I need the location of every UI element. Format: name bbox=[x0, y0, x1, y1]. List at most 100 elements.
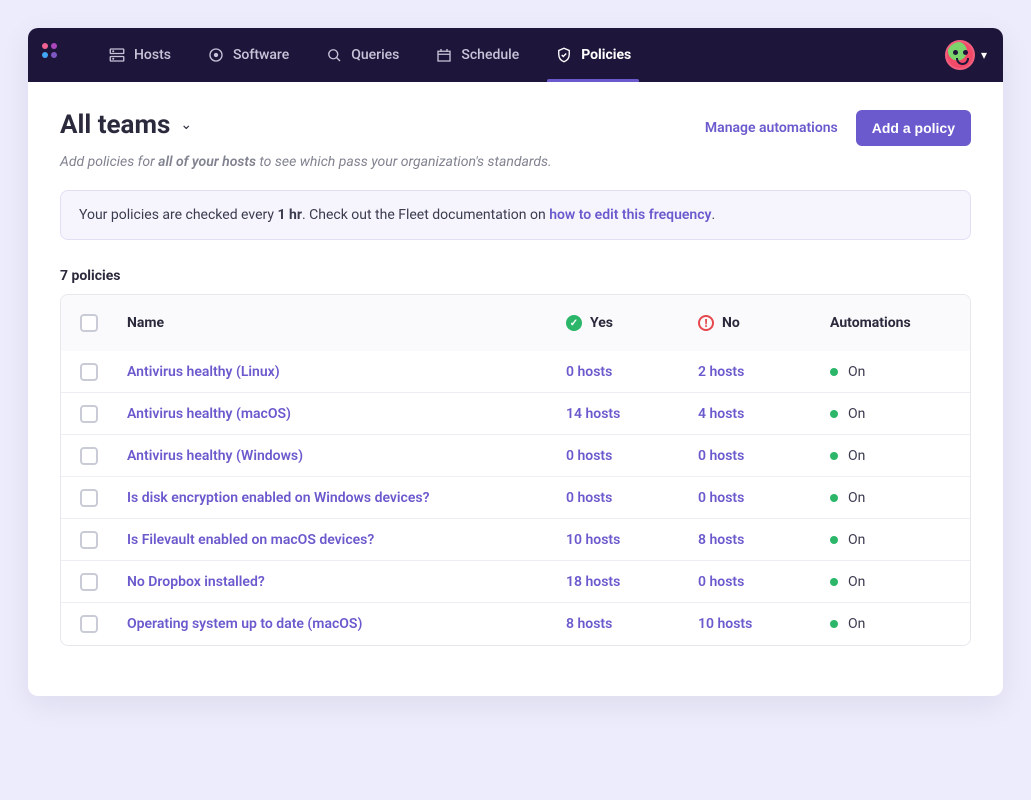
automation-status: On bbox=[820, 364, 970, 380]
logo[interactable] bbox=[38, 39, 70, 71]
yes-hosts-link[interactable]: 10 hosts bbox=[566, 532, 620, 548]
nav-hosts[interactable]: Hosts bbox=[90, 28, 189, 82]
chevron-down-icon: ⌄ bbox=[180, 117, 192, 133]
table-header: Name Yes No Automations bbox=[61, 295, 970, 351]
hosts-icon bbox=[108, 46, 126, 64]
nav-label: Queries bbox=[351, 47, 399, 63]
no-hosts-link[interactable]: 8 hosts bbox=[698, 532, 744, 548]
banner-text: . bbox=[712, 207, 716, 223]
no-hosts-link[interactable]: 2 hosts bbox=[698, 364, 744, 380]
nav-software[interactable]: Software bbox=[189, 28, 307, 82]
nav-label: Policies bbox=[581, 47, 631, 63]
table-row: Antivirus healthy (Windows) 0 hosts 0 host… bbox=[61, 435, 970, 477]
banner-text: Your policies are checked every bbox=[79, 207, 277, 223]
table-row: Is disk encryption enabled on Windows de… bbox=[61, 477, 970, 519]
automation-label: On bbox=[848, 406, 865, 422]
header-actions: Manage automations Add a policy bbox=[705, 110, 971, 146]
automation-label: On bbox=[848, 532, 865, 548]
yes-hosts-link[interactable]: 14 hosts bbox=[566, 406, 620, 422]
subtitle-text: Add policies for bbox=[60, 154, 158, 170]
policy-name-link[interactable]: No Dropbox installed? bbox=[127, 574, 265, 590]
yes-hosts-link[interactable]: 8 hosts bbox=[566, 616, 612, 632]
table-row: Antivirus healthy (macOS) 14 hosts 4 hosts… bbox=[61, 393, 970, 435]
page-header: All teams ⌄ Manage automations Add a pol… bbox=[60, 110, 971, 146]
column-no: No bbox=[688, 315, 820, 331]
team-selector[interactable]: All teams ⌄ bbox=[60, 110, 192, 140]
app-window: Hosts Software Queries Schedule Policies bbox=[28, 28, 1003, 696]
policies-icon bbox=[555, 46, 573, 64]
banner-interval: 1 hr bbox=[277, 207, 301, 223]
status-dot-icon bbox=[830, 620, 838, 628]
row-checkbox[interactable] bbox=[80, 573, 98, 591]
policy-name-link[interactable]: Is disk encryption enabled on Windows de… bbox=[127, 490, 429, 506]
nav-list: Hosts Software Queries Schedule Policies bbox=[90, 28, 649, 82]
yes-hosts-link[interactable]: 0 hosts bbox=[566, 364, 612, 380]
top-nav: Hosts Software Queries Schedule Policies bbox=[28, 28, 1003, 82]
column-yes: Yes bbox=[556, 315, 688, 331]
table-body: Antivirus healthy (Linux) 0 hosts 2 hosts O… bbox=[61, 351, 970, 645]
automation-status: On bbox=[820, 406, 970, 422]
row-checkbox[interactable] bbox=[80, 615, 98, 633]
automation-status: On bbox=[820, 490, 970, 506]
banner-text: . Check out the Fleet documentation on bbox=[302, 207, 549, 223]
automation-label: On bbox=[848, 364, 865, 380]
check-circle-icon bbox=[566, 315, 582, 331]
policy-name-link[interactable]: Antivirus healthy (macOS) bbox=[127, 406, 291, 422]
nav-label: Schedule bbox=[461, 47, 519, 63]
automation-status: On bbox=[820, 574, 970, 590]
nav-schedule[interactable]: Schedule bbox=[417, 28, 537, 82]
table-row: Is Filevault enabled on macOS devices? 10… bbox=[61, 519, 970, 561]
row-checkbox[interactable] bbox=[80, 447, 98, 465]
table-row: Antivirus healthy (Linux) 0 hosts 2 hosts O… bbox=[61, 351, 970, 393]
status-dot-icon bbox=[830, 410, 838, 418]
info-banner: Your policies are checked every 1 hr. Ch… bbox=[60, 190, 971, 240]
alert-circle-icon bbox=[698, 315, 714, 331]
column-automations: Automations bbox=[820, 315, 970, 331]
automation-status: On bbox=[820, 448, 970, 464]
automation-status: On bbox=[820, 532, 970, 548]
yes-hosts-link[interactable]: 18 hosts bbox=[566, 574, 620, 590]
yes-hosts-link[interactable]: 0 hosts bbox=[566, 490, 612, 506]
add-policy-button[interactable]: Add a policy bbox=[856, 110, 971, 146]
yes-hosts-link[interactable]: 0 hosts bbox=[566, 448, 612, 464]
no-hosts-link[interactable]: 0 hosts bbox=[698, 490, 744, 506]
policy-count: 7 policies bbox=[60, 268, 971, 284]
schedule-icon bbox=[435, 46, 453, 64]
policy-name-link[interactable]: Antivirus healthy (Windows) bbox=[127, 448, 303, 464]
chevron-down-icon: ▾ bbox=[981, 48, 987, 62]
no-hosts-link[interactable]: 0 hosts bbox=[698, 448, 744, 464]
avatar-icon bbox=[945, 40, 975, 70]
policy-name-link[interactable]: Operating system up to date (macOS) bbox=[127, 616, 362, 632]
select-all-checkbox[interactable] bbox=[80, 314, 98, 332]
table-row: Operating system up to date (macOS) 8 hos… bbox=[61, 603, 970, 645]
automation-label: On bbox=[848, 616, 865, 632]
column-name: Name bbox=[117, 315, 556, 331]
manage-automations-button[interactable]: Manage automations bbox=[705, 120, 838, 136]
subtitle-em: all of your hosts bbox=[158, 154, 256, 170]
row-checkbox[interactable] bbox=[80, 489, 98, 507]
nav-policies[interactable]: Policies bbox=[537, 28, 649, 82]
status-dot-icon bbox=[830, 452, 838, 460]
policy-name-link[interactable]: Antivirus healthy (Linux) bbox=[127, 364, 280, 380]
user-menu[interactable]: ▾ bbox=[945, 40, 987, 70]
row-checkbox[interactable] bbox=[80, 405, 98, 423]
page-content: All teams ⌄ Manage automations Add a pol… bbox=[28, 82, 1003, 696]
software-icon bbox=[207, 46, 225, 64]
no-hosts-link[interactable]: 4 hosts bbox=[698, 406, 744, 422]
logo-icon bbox=[42, 43, 66, 67]
automation-label: On bbox=[848, 574, 865, 590]
no-hosts-link[interactable]: 0 hosts bbox=[698, 574, 744, 590]
status-dot-icon bbox=[830, 578, 838, 586]
no-hosts-link[interactable]: 10 hosts bbox=[698, 616, 752, 632]
nav-label: Software bbox=[233, 47, 289, 63]
queries-icon bbox=[325, 46, 343, 64]
row-checkbox[interactable] bbox=[80, 363, 98, 381]
status-dot-icon bbox=[830, 494, 838, 502]
status-dot-icon bbox=[830, 368, 838, 376]
policy-name-link[interactable]: Is Filevault enabled on macOS devices? bbox=[127, 532, 374, 548]
row-checkbox[interactable] bbox=[80, 531, 98, 549]
banner-link[interactable]: how to edit this frequency bbox=[549, 207, 711, 223]
nav-queries[interactable]: Queries bbox=[307, 28, 417, 82]
table-row: No Dropbox installed? 18 hosts 0 hosts On bbox=[61, 561, 970, 603]
subtitle-text: to see which pass your organization's st… bbox=[256, 154, 552, 170]
